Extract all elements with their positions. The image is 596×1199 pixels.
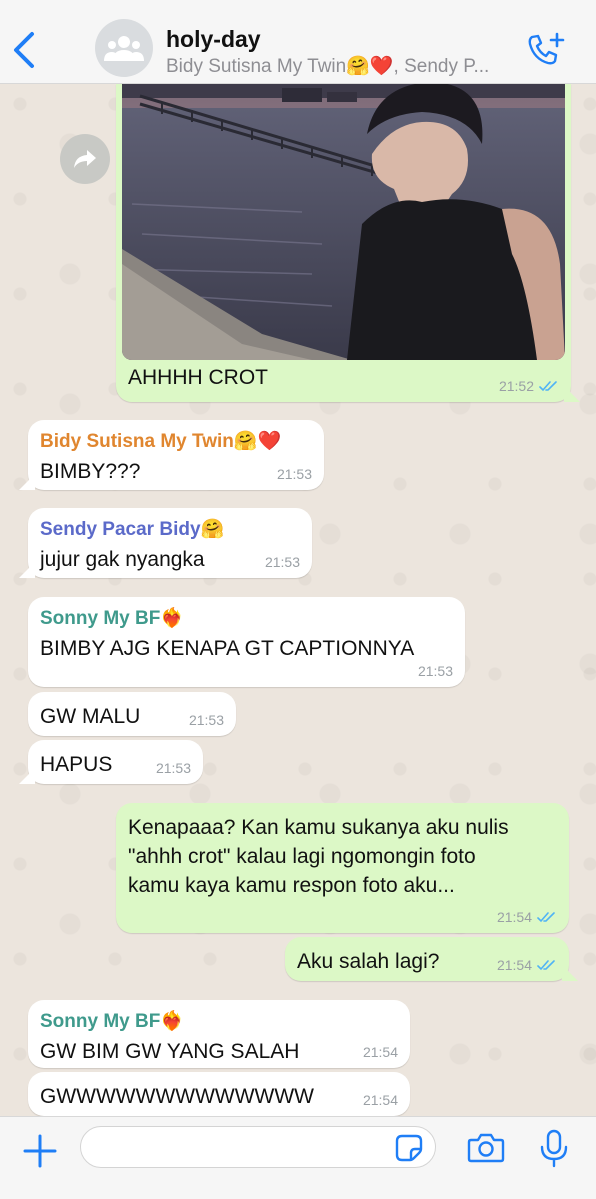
chat-title[interactable]: holy-day (166, 26, 261, 53)
message-time: 21:53 (264, 554, 300, 570)
forward-icon (74, 150, 96, 168)
sender-name[interactable]: Bidy Sutisna My Twin🤗❤️ (40, 430, 312, 454)
chat-header: holy-day Bidy Sutisna My Twin🤗❤️, Sendy … (0, 0, 596, 84)
message-text-line: "ahhh crot" kalau lagi ngomongin foto (128, 845, 476, 868)
message-meta: 21:52 (499, 378, 559, 394)
message-time: 21:54 (496, 957, 532, 973)
message-time: 21:54 (362, 1092, 398, 1108)
message-time: 21:53 (188, 712, 224, 728)
microphone-icon (540, 1129, 568, 1168)
forward-button[interactable] (60, 134, 110, 184)
read-ticks-icon (537, 912, 555, 923)
microphone-button[interactable] (538, 1129, 570, 1169)
message-meta: 21:53 (189, 712, 224, 728)
input-bar (0, 1116, 596, 1199)
message-meta: 21:54 (363, 1044, 398, 1060)
message-bubble[interactable]: HAPUS 21:53 (28, 740, 203, 784)
message-bubble[interactable]: Bidy Sutisna My Twin🤗❤️ BIMBY??? 21:53 (28, 420, 324, 490)
message-bubble[interactable]: GWWWWWWWWWWWWW 21:54 (28, 1072, 410, 1116)
message-list[interactable]: AHHHH CROT 21:52 Bidy Sutisna My Twin🤗❤️… (0, 84, 596, 1116)
message-bubble[interactable]: Sonny My BF❤️‍🔥 GW BIM GW YANG SALAH 21:… (28, 1000, 410, 1068)
camera-icon (467, 1133, 505, 1163)
sender-name[interactable]: Sonny My BF❤️‍🔥 (40, 1010, 398, 1034)
message-bubble[interactable]: GW MALU 21:53 (28, 692, 236, 736)
message-meta: 21:53 (277, 466, 312, 482)
back-button[interactable] (10, 30, 40, 70)
message-text: AHHHH CROT (128, 366, 268, 389)
message-meta: 21:54 (363, 1092, 398, 1108)
message-text: BIMBY AJG KENAPA GT CAPTIONNYA (40, 637, 415, 660)
sunset-pier-photo (122, 84, 565, 360)
message-meta: 21:54 (497, 957, 557, 973)
message-meta: 21:53 (265, 554, 300, 570)
message-bubble[interactable]: Sendy Pacar Bidy🤗 jujur gak nyangka 21:5… (28, 508, 312, 578)
add-call-button[interactable] (526, 32, 566, 68)
chat-participants[interactable]: Bidy Sutisna My Twin🤗❤️, Sendy P... (166, 54, 516, 78)
message-time: 21:54 (496, 909, 532, 925)
read-ticks-icon (539, 381, 557, 392)
message-time: 21:53 (417, 663, 453, 679)
message-text-line: Kenapaaa? Kan kamu sukanya aku nulis (128, 816, 509, 839)
sticker-button[interactable] (394, 1133, 424, 1163)
message-text-line: kamu kaya kamu respon foto aku... (128, 874, 455, 897)
message-time: 21:54 (362, 1044, 398, 1060)
read-ticks-icon (537, 960, 555, 971)
sticker-icon (395, 1134, 423, 1162)
message-time: 21:53 (276, 466, 312, 482)
message-text: BIMBY??? (40, 460, 141, 483)
message-meta: 21:53 (156, 760, 191, 776)
group-avatar-icon (104, 36, 144, 61)
message-bubble[interactable]: Sonny My BF❤️‍🔥 BIMBY AJG KENAPA GT CAPT… (28, 597, 465, 687)
photo-message[interactable]: AHHHH CROT 21:52 (116, 84, 571, 402)
message-time: 21:53 (155, 760, 191, 776)
message-meta: 21:54 (497, 909, 557, 925)
message-time: 21:52 (498, 378, 534, 394)
attach-button[interactable] (20, 1131, 60, 1171)
message-bubble[interactable]: Aku salah lagi? 21:54 (285, 937, 569, 981)
message-bubble[interactable]: Kenapaaa? Kan kamu sukanya aku nulis "ah… (116, 803, 569, 933)
add-call-icon (528, 32, 565, 65)
sender-name[interactable]: Sendy Pacar Bidy🤗 (40, 518, 300, 542)
camera-button[interactable] (466, 1131, 506, 1165)
chevron-left-icon (14, 32, 34, 68)
group-avatar[interactable] (95, 19, 153, 77)
message-input[interactable] (80, 1126, 436, 1168)
message-text: GW BIM GW YANG SALAH (40, 1040, 300, 1063)
message-text: GWWWWWWWWWWWWW (40, 1085, 315, 1108)
photo-image[interactable] (122, 84, 565, 360)
message-meta: 21:53 (418, 663, 453, 679)
message-text: jujur gak nyangka (40, 548, 205, 571)
plus-icon (23, 1134, 57, 1168)
sender-name[interactable]: Sonny My BF❤️‍🔥 (40, 607, 453, 631)
